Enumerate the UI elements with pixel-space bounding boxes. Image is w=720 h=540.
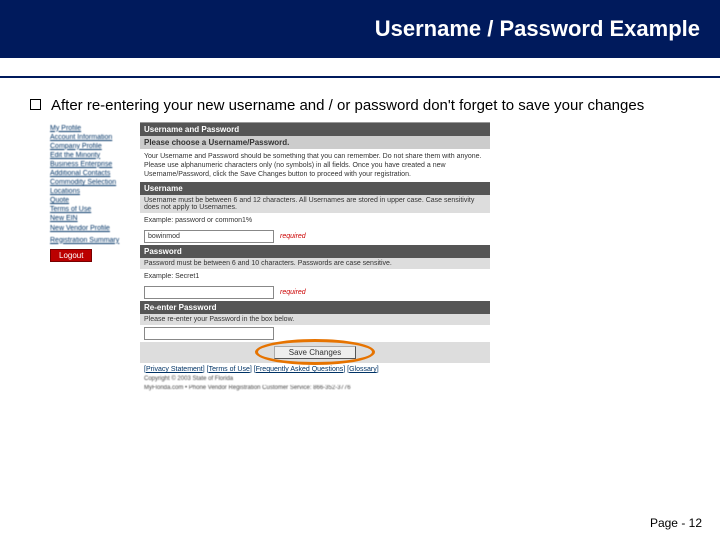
- nav-item: Quote: [50, 196, 140, 205]
- title-bar: Username / Password Example: [0, 0, 720, 58]
- password-rule: Password must be between 6 and 10 charac…: [140, 258, 490, 269]
- footer-link[interactable]: Glossary: [349, 366, 377, 373]
- embedded-screenshot: My Profile Account Information Company P…: [50, 122, 490, 394]
- button-row: Save Changes: [140, 342, 490, 363]
- required-label: required: [280, 233, 306, 240]
- password-header: Password: [140, 245, 490, 258]
- required-label: required: [280, 289, 306, 296]
- footer-links: [Privacy Statement] [Terms of Use] [Freq…: [140, 363, 490, 376]
- sidebar-nav: My Profile Account Information Company P…: [50, 122, 140, 394]
- username-header: Username: [140, 182, 490, 195]
- footer-link[interactable]: Terms of Use: [209, 366, 250, 373]
- main-panel: Username and Password Please choose a Us…: [140, 122, 490, 394]
- nav-item: Locations: [50, 187, 140, 196]
- page-number: Page - 12: [650, 516, 702, 530]
- nav-item: Additional Contacts: [50, 169, 140, 178]
- footer-link[interactable]: Privacy Statement: [146, 366, 203, 373]
- username-example: Example: password or common1%: [140, 213, 490, 228]
- bullet-text: After re-entering your new username and …: [51, 96, 644, 116]
- username-input[interactable]: bowinmod: [144, 230, 274, 243]
- reenter-rule: Please re-enter your Password in the box…: [140, 314, 490, 325]
- username-rule: Username must be between 6 and 12 charac…: [140, 195, 490, 213]
- nav-item: New EIN: [50, 214, 140, 223]
- reenter-password-input[interactable]: [144, 327, 274, 340]
- password-input[interactable]: [144, 286, 274, 299]
- nav-item: Company Profile: [50, 142, 140, 151]
- content-area: After re-entering your new username and …: [0, 78, 720, 394]
- reenter-header: Re-enter Password: [140, 301, 490, 314]
- service-line: MyFlorida.com • Phone Vendor Registratio…: [140, 385, 490, 394]
- slide-title: Username / Password Example: [375, 16, 700, 42]
- nav-item: Account Information: [50, 133, 140, 142]
- intro-text: Your Username and Password should be som…: [140, 149, 490, 182]
- nav-summary: Registration Summary: [50, 236, 140, 245]
- password-example: Example: Secret1: [140, 269, 490, 284]
- nav-item: Terms of Use: [50, 205, 140, 214]
- save-changes-button[interactable]: Save Changes: [274, 346, 356, 359]
- nav-item: Business Enterprise: [50, 160, 140, 169]
- nav-item: Edit the Minority: [50, 151, 140, 160]
- panel-header: Username and Password: [140, 123, 490, 136]
- nav-item: Commodity Selection: [50, 178, 140, 187]
- footer-link[interactable]: Frequently Asked Questions: [256, 366, 344, 373]
- nav-item: New Vendor Profile: [50, 224, 140, 233]
- bullet-item: After re-entering your new username and …: [30, 96, 690, 116]
- logout-button[interactable]: Logout: [50, 249, 92, 262]
- bullet-icon: [30, 99, 41, 110]
- copyright: Copyright © 2003 State of Florida: [140, 376, 490, 385]
- nav-item: My Profile: [50, 124, 140, 133]
- choose-heading: Please choose a Username/Password.: [140, 136, 490, 149]
